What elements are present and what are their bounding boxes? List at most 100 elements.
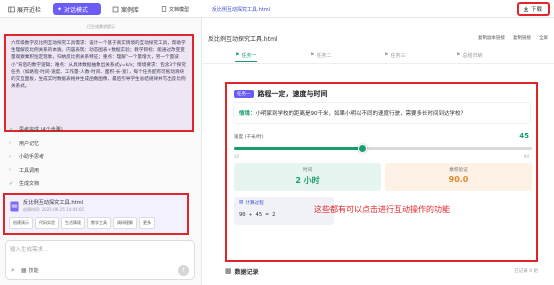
calc-icon: ▤: [239, 200, 244, 205]
data-record-header: ▦ 数据记录 已记录 0 组: [225, 264, 538, 278]
slider-value: 45: [519, 132, 529, 140]
tab-label: 任务二: [316, 53, 332, 59]
tab-label: 任务一: [241, 53, 257, 59]
download-icon: [523, 6, 529, 12]
chip[interactable]: 生活情境: [61, 217, 85, 229]
book-icon: [112, 6, 119, 13]
task-title: 路程一定，速度与时间: [257, 90, 328, 98]
section-label: 小助手思考: [19, 154, 45, 161]
preview-file-title: 反比例互动探究工具.html: [208, 36, 278, 43]
chip[interactable]: 数学工具: [87, 217, 111, 229]
chip[interactable]: 创建演示: [9, 217, 33, 229]
scenario-text: 小明家到学校的距离是90千米，如果小明以不同的速度行驶，需要多长时间到达学校？: [255, 111, 467, 117]
download-button[interactable]: 下载: [517, 2, 550, 16]
grid-icon: ▦: [20, 267, 27, 274]
chip[interactable]: 更多: [139, 217, 155, 229]
chip[interactable]: 调研理解: [113, 217, 137, 229]
download-label: 下载: [531, 7, 543, 13]
section-label: 用户记忆: [19, 140, 40, 147]
case-library-label: 案例库: [121, 6, 140, 14]
table-icon: ▦: [225, 267, 232, 275]
slider-min: 10: [234, 154, 240, 159]
expand-sidebar-label: 展开近栏: [17, 6, 42, 14]
dialog-mode-button[interactable]: ✦ 对话模式: [53, 3, 101, 15]
slider-thumb[interactable]: [357, 144, 367, 153]
section-label: 工具调用: [19, 167, 40, 174]
annotation-text: 这些都有可以点击进行互动操作的功能: [314, 205, 450, 214]
flag-icon: ⚑: [235, 52, 240, 58]
product-value: 90.0: [448, 175, 469, 184]
flag-icon: ⚑: [310, 52, 315, 58]
check-icon: ✓: [9, 126, 14, 133]
input-tools: ⌕ ▦ 技能: [11, 266, 39, 275]
section-tool-call[interactable]: › 工具调用: [9, 164, 195, 178]
section-thinking-done[interactable]: ✓ 思考完成 (4个步骤): [9, 123, 195, 137]
data-title: 数据记录: [234, 268, 259, 276]
tab-label: 总结归纳: [462, 53, 483, 59]
tab-label: 任务三: [390, 53, 406, 59]
prompt-header: 已生成需求提示: [87, 24, 115, 29]
doc-mode-label: 文档模型: [169, 6, 190, 13]
time-card: 时间 2 小时: [234, 163, 381, 191]
task-heading: 任务一 路程一定，速度与时间: [234, 89, 328, 99]
chat-input-box[interactable]: 输入生成需求... ⌕ ▦ 技能 ↑: [5, 240, 195, 280]
task-badge: 任务一: [234, 90, 254, 98]
tab-task-2[interactable]: ⚑ 任务二: [310, 52, 332, 59]
doc-mode-button[interactable]: 文档模型: [157, 3, 193, 15]
copy-link-button[interactable]: 复制链接: [513, 35, 531, 41]
speed-slider[interactable]: [234, 144, 532, 153]
prompt-box: 六年级数学反比例互动探究工具需求：设计一个基于真实情境的互动探究工具，帮助学生理…: [4, 34, 194, 132]
task-tabs: ⚑ 任务一 ⚑ 任务二 ⚑ 任务三 ⚑ 总结归纳: [203, 50, 554, 64]
scenario-label: 情境：: [239, 111, 256, 117]
send-button[interactable]: ↑: [178, 265, 189, 276]
file-meta: 创建时间: 2025-06-25 14:04:05: [23, 207, 85, 212]
case-library-button[interactable]: 案例库: [108, 3, 143, 15]
app-root: 展开近栏 ✦ 对话模式 案例库 文档模型 反比例互动探究工具.html 下载 已…: [0, 0, 554, 285]
calc-title: 计算过程: [245, 201, 264, 206]
section-user-memory[interactable]: › 用户记忆: [9, 137, 195, 151]
slider-fill: [234, 147, 363, 150]
time-label: 时间: [302, 168, 313, 173]
skill-button[interactable]: ▦ 技能: [21, 267, 39, 274]
chip[interactable]: 代码实验: [35, 217, 59, 229]
chevron-right-icon: ›: [9, 167, 11, 174]
chat-input[interactable]: 输入生成需求...: [10, 245, 190, 253]
slider-label: 速度 (千米/时): [234, 135, 264, 140]
attach-icon[interactable]: ⌕: [11, 266, 15, 275]
fullscreen-button[interactable]: 全屏: [539, 35, 548, 41]
chevron-right-icon: ›: [9, 153, 11, 160]
chat-panel: 已生成需求提示 六年级数学反比例互动探究工具需求：设计一个基于真实情境的互动探究…: [0, 18, 202, 285]
preview-actions: 复制副本链接 复制链接 全屏: [478, 35, 548, 41]
tab-summary[interactable]: ⚑ 总结归纳: [456, 52, 483, 59]
preview-panel: 反比例互动探究工具.html 复制副本链接 复制链接 全屏 ⚑ 任务一 ⚑ 任务二 …: [203, 18, 554, 285]
sparkle-icon: ✦: [57, 5, 63, 13]
flag-icon: ⚑: [384, 52, 389, 58]
tab-task-1[interactable]: ⚑ 任务一: [235, 52, 257, 62]
top-toolbar: 展开近栏 ✦ 对话模式 案例库 文档模型 反比例互动探究工具.html 下载: [0, 0, 554, 18]
document-icon: [161, 6, 167, 12]
send-icon: ↑: [180, 267, 187, 274]
chevron-right-icon: ›: [9, 140, 11, 147]
copy-copy-link-button[interactable]: 复制副本链接: [478, 35, 505, 41]
product-card: 乘积验证 90.0: [385, 163, 532, 191]
prompt-text: 六年级数学反比例互动探究工具需求：设计一个基于真实情境的互动探究工具，帮助学生理…: [11, 41, 186, 90]
skill-label: 技能: [28, 268, 39, 274]
html-file-icon: [10, 201, 19, 212]
action-chips: 创建演示 代码实验 生活情境 数学工具 调研理解 更多: [9, 217, 157, 229]
dialog-mode-label: 对话模式: [64, 6, 89, 14]
time-value: 2 小时: [295, 176, 320, 185]
expand-sidebar-button[interactable]: 展开近栏: [4, 3, 45, 15]
interactive-task-frame: 任务一 路程一定，速度与时间 情境：小明家到学校的距离是90千米，如果小明以不同…: [225, 82, 538, 262]
section-generate-doc[interactable]: ✓ 生成文档: [9, 177, 195, 191]
check-icon: ✓: [9, 180, 14, 187]
product-label: 乘积验证: [449, 168, 468, 173]
section-label: 生成文档: [19, 181, 40, 188]
url-label: 反比例互动探究工具.html: [212, 6, 270, 13]
generated-file-card[interactable]: 反比例互动探究工具.html 创建时间: 2025-06-25 14:04:05…: [3, 193, 189, 235]
section-label: 思考完成 (4个步骤): [19, 127, 63, 134]
tab-task-3[interactable]: ⚑ 任务三: [384, 52, 406, 59]
file-name: 反比例互动探究工具.html: [23, 200, 84, 206]
data-count: 已记录 0 组: [514, 269, 538, 274]
slider-max: 90: [523, 154, 529, 159]
section-assistant-thinking[interactable]: › 小助手思考: [9, 150, 195, 164]
